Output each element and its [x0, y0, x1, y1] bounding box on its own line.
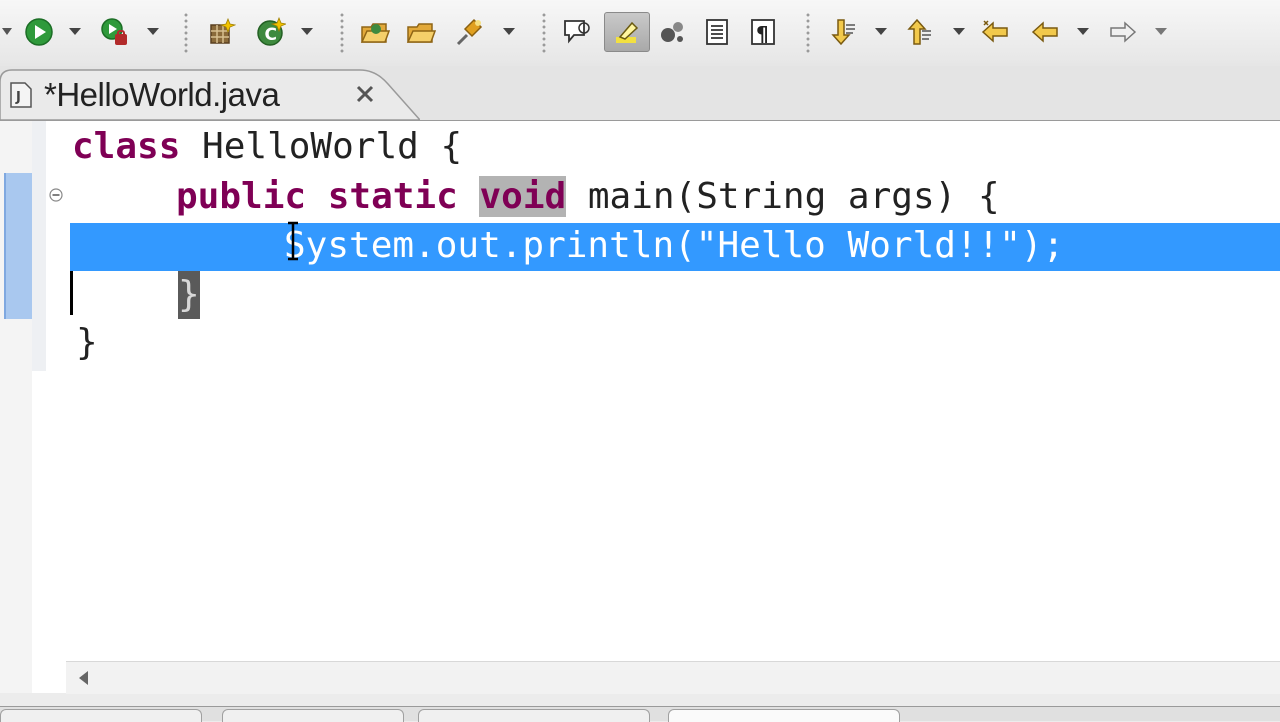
new-class-icon: C [257, 17, 286, 46]
java-file-icon: J [10, 82, 32, 108]
toolbar-separator [542, 12, 546, 54]
document-lines-icon [706, 19, 728, 45]
previous-annotation-button[interactable] [902, 15, 936, 49]
keyword-static: static [327, 176, 458, 217]
matching-brace: } [178, 271, 200, 319]
main-toolbar: C ¶ [0, 0, 1280, 66]
run-button[interactable] [22, 15, 56, 49]
forward-button[interactable] [1106, 15, 1140, 49]
search-dropdown-chevron-icon[interactable] [502, 26, 516, 38]
keyword-public: public [176, 176, 307, 217]
keyword-class: class [72, 126, 181, 167]
mark-occurrences-button[interactable] [604, 12, 650, 52]
toggle-java-editor-breadcrumb-button[interactable] [560, 15, 594, 49]
code-line-4[interactable]: } [178, 271, 200, 319]
fold-collapse-icon[interactable] [46, 185, 66, 205]
code-text: main(String args) { [566, 176, 1000, 217]
toolbar-separator [806, 12, 810, 54]
next-annotation-button[interactable] [826, 15, 860, 49]
svg-text:C: C [265, 25, 277, 45]
run-dropdown-chevron-icon[interactable] [68, 26, 82, 38]
code-line-3-selected[interactable]: System.out.println("Hello World!!"); [284, 222, 1064, 270]
back-dropdown-chevron-icon[interactable] [1076, 26, 1090, 38]
last-edit-location-icon [981, 20, 1008, 43]
svg-text:J: J [15, 90, 21, 105]
previous-annotation-icon [907, 18, 931, 45]
bottom-view-tab-active[interactable] [668, 709, 900, 722]
run-icon [25, 18, 53, 46]
toolbar-separator [184, 12, 188, 54]
toolbar-separator [340, 12, 344, 54]
search-button[interactable] [452, 15, 486, 49]
pin-tool-icon [456, 18, 483, 46]
new-type-button[interactable] [204, 15, 238, 49]
bottom-view-tabs [0, 706, 1280, 722]
editor-area: J *HelloWorld.java class HelloWorld { pu… [0, 66, 1280, 706]
pilcrow-icon: ¶ [751, 19, 775, 46]
scroll-left-arrow-icon[interactable] [74, 668, 94, 688]
forward-arrow-icon [1110, 21, 1137, 43]
bottom-view-tab[interactable] [222, 709, 404, 722]
forward-dropdown-chevron-icon[interactable] [1154, 26, 1168, 38]
ibeam-cursor-icon [288, 221, 298, 261]
previous-annotation-dropdown-chevron-icon[interactable] [952, 26, 966, 38]
next-annotation-icon [831, 19, 855, 46]
text-caret [70, 271, 73, 315]
highlighter-icon [616, 21, 639, 43]
show-selected-element-only-button[interactable] [700, 15, 734, 49]
open-file-icon [406, 23, 436, 43]
new-type-icon [210, 17, 236, 44]
overview-ruler-mark [4, 173, 32, 319]
comment-bubble-icon [564, 20, 590, 44]
next-annotation-dropdown-chevron-icon[interactable] [874, 26, 888, 38]
last-edit-location-button[interactable] [978, 15, 1012, 49]
horizontal-scrollbar[interactable] [66, 661, 1280, 694]
editor-tab-title: *HelloWorld.java [44, 76, 280, 113]
back-arrow-icon [1031, 21, 1058, 43]
open-task-button[interactable] [404, 15, 438, 49]
code-line-2[interactable]: public static void main(String args) { [176, 173, 1000, 221]
keyword-void-occurrence: void [479, 176, 567, 217]
show-whitespace-button[interactable]: ¶ [746, 15, 780, 49]
run-last-tool-button[interactable] [98, 15, 132, 49]
code-text: HelloWorld { [180, 126, 463, 167]
run-tool-icon [101, 18, 127, 45]
code-line-1[interactable]: class HelloWorld { [72, 123, 462, 171]
back-button[interactable] [1028, 15, 1062, 49]
new-class-button[interactable]: C [254, 15, 288, 49]
new-class-dropdown-chevron-icon[interactable] [300, 26, 314, 38]
code-editor[interactable]: class HelloWorld { public static void ma… [0, 120, 1280, 694]
svg-text:¶: ¶ [756, 22, 769, 46]
block-selection-button[interactable] [656, 15, 690, 49]
overflow-chevron-icon[interactable] [0, 26, 14, 38]
bottom-view-tab[interactable] [0, 709, 202, 722]
code-text-area[interactable]: class HelloWorld { public static void ma… [66, 121, 1280, 661]
block-selection-icon [661, 22, 683, 42]
open-folder-icon [360, 23, 390, 43]
code-line-5[interactable]: } [76, 319, 98, 367]
editor-tab-helloworld[interactable]: J *HelloWorld.java [0, 68, 420, 120]
bottom-view-tab[interactable] [418, 709, 650, 722]
editor-tab-strip: J *HelloWorld.java [0, 66, 1280, 120]
open-type-button[interactable] [358, 15, 392, 49]
folding-column [32, 121, 46, 371]
run-tool-dropdown-chevron-icon[interactable] [146, 26, 160, 38]
close-icon[interactable] [352, 81, 378, 107]
overview-ruler [0, 121, 32, 693]
